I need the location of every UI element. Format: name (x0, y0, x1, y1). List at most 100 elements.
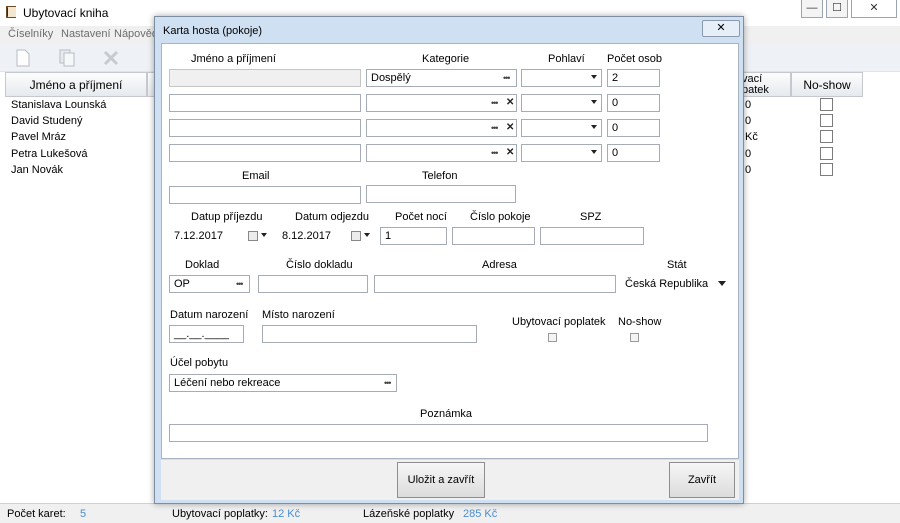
clear-icon[interactable]: ✕ (506, 147, 514, 158)
name-input[interactable] (169, 119, 361, 137)
calendar-icon[interactable] (248, 231, 258, 241)
label-email: Email (242, 170, 270, 182)
clear-icon[interactable]: ✕ (506, 97, 514, 108)
fee-checkbox[interactable] (548, 333, 557, 342)
gender-select[interactable] (521, 144, 602, 162)
room-input[interactable] (452, 227, 535, 245)
dialog-footer: Uložit a zavřít Zavřít (161, 460, 739, 500)
row-fee: 0 (745, 115, 752, 127)
departure-date-picker[interactable]: 8.12.2017 (277, 227, 372, 245)
persons-input[interactable]: 2 (607, 69, 660, 87)
chevron-down-icon (591, 150, 597, 154)
noshow-checkbox[interactable] (820, 147, 833, 160)
label-note: Poznámka (420, 408, 472, 420)
dialog-form: Jméno a příjmení Kategorie Pohlaví Počet… (161, 43, 739, 459)
persons-input[interactable]: 0 (607, 144, 660, 162)
noshow-checkbox[interactable] (820, 98, 833, 111)
label-noshow: No-show (618, 316, 662, 328)
persons-value: 0 (612, 147, 619, 159)
label-fee: Ubytovací poplatek (512, 316, 606, 328)
label-doc: Doklad (185, 259, 220, 271)
browse-icon[interactable]: ••• (236, 279, 244, 289)
noshow-checkbox[interactable] (820, 130, 833, 143)
phone-input[interactable] (366, 185, 516, 203)
persons-value: 0 (612, 122, 619, 134)
status-fee-value: 12 Kč (272, 508, 301, 520)
chevron-down-icon (261, 233, 267, 237)
maximize-button[interactable]: ☐ (826, 0, 848, 18)
app-book-icon (6, 6, 16, 18)
row-name: Petra Lukešová (11, 148, 88, 160)
spz-input[interactable] (540, 227, 644, 245)
email-input[interactable] (169, 186, 361, 204)
minimize-button[interactable]: — (801, 0, 823, 18)
category-value: Dospělý (371, 72, 411, 84)
label-birth-place: Místo narození (262, 309, 335, 321)
note-input[interactable] (169, 424, 708, 442)
departure-value: 8.12.2017 (282, 230, 331, 242)
gender-select[interactable] (521, 69, 602, 87)
arrival-date-picker[interactable]: 7.12.2017 (169, 227, 269, 245)
persons-value: 2 (612, 72, 619, 84)
doc-value: OP (174, 278, 190, 290)
label-purpose: Účel pobytu (170, 357, 229, 369)
gender-select[interactable] (521, 119, 602, 137)
column-header-name[interactable]: Jméno a příjmení (5, 72, 147, 97)
noshow-checkbox[interactable] (820, 163, 833, 176)
birth-place-input[interactable] (262, 325, 477, 343)
category-select[interactable]: ••• ✕ (366, 119, 517, 137)
label-nights: Počet nocí (395, 211, 447, 223)
label-birth-date: Datum narození (170, 309, 249, 321)
dialog-close-button[interactable]: ✕ (702, 20, 740, 37)
menu-nastaveni[interactable]: Nastavení (61, 28, 111, 40)
country-select[interactable]: Česká Republika (620, 275, 731, 293)
row-fee: 0 (745, 148, 752, 160)
save-and-close-button[interactable]: Uložit a zavřít (397, 462, 485, 498)
noshow-checkbox[interactable] (820, 114, 833, 127)
chevron-down-icon (364, 233, 370, 237)
noshow-checkbox[interactable] (630, 333, 639, 342)
copy-document-icon[interactable] (57, 48, 77, 68)
clear-icon[interactable]: ✕ (506, 122, 514, 133)
label-doc-no: Číslo dokladu (286, 259, 353, 271)
new-document-icon[interactable] (13, 48, 33, 68)
category-select[interactable]: ••• ✕ (366, 94, 517, 112)
purpose-value: Léčení nebo rekreace (174, 377, 281, 389)
label-address: Adresa (482, 259, 517, 271)
persons-input[interactable]: 0 (607, 94, 660, 112)
calendar-icon[interactable] (351, 231, 361, 241)
delete-icon[interactable] (101, 48, 121, 68)
browse-icon[interactable]: ••• (384, 378, 392, 388)
browse-icon[interactable]: ••• (503, 73, 511, 83)
browse-icon[interactable]: ••• (491, 148, 499, 158)
nights-input[interactable]: 1 (380, 227, 447, 245)
gender-select[interactable] (521, 94, 602, 112)
close-window-button[interactable]: ✕ (851, 0, 897, 18)
category-select[interactable]: Dospělý ••• (366, 69, 517, 87)
doc-number-input[interactable] (258, 275, 368, 293)
label-gender: Pohlaví (548, 53, 585, 65)
persons-input[interactable]: 0 (607, 119, 660, 137)
chevron-down-icon (591, 75, 597, 79)
purpose-select[interactable]: Léčení nebo rekreace ••• (169, 374, 397, 392)
category-select[interactable]: ••• ✕ (366, 144, 517, 162)
browse-icon[interactable]: ••• (491, 123, 499, 133)
name-input[interactable] (169, 94, 361, 112)
label-name: Jméno a příjmení (191, 53, 276, 65)
arrival-value: 7.12.2017 (174, 230, 223, 242)
name-input[interactable] (169, 144, 361, 162)
address-input[interactable] (374, 275, 616, 293)
doc-select[interactable]: OP ••• (169, 275, 250, 293)
menu-ciselniky[interactable]: Číselníky (8, 28, 53, 40)
row-name: Jan Novák (11, 164, 63, 176)
status-spa-label: Lázeňské poplatky (363, 508, 455, 520)
close-button[interactable]: Zavřít (669, 462, 735, 498)
row-fee: Kč (745, 131, 758, 143)
status-count-value: 5 (80, 508, 87, 520)
birth-date-input[interactable]: __.__.____ (169, 325, 244, 343)
column-header-fee[interactable]: vací patek (738, 72, 791, 97)
name-input[interactable] (169, 69, 361, 87)
column-header-noshow[interactable]: No-show (791, 72, 863, 97)
chevron-down-icon (718, 281, 726, 286)
browse-icon[interactable]: ••• (491, 98, 499, 108)
